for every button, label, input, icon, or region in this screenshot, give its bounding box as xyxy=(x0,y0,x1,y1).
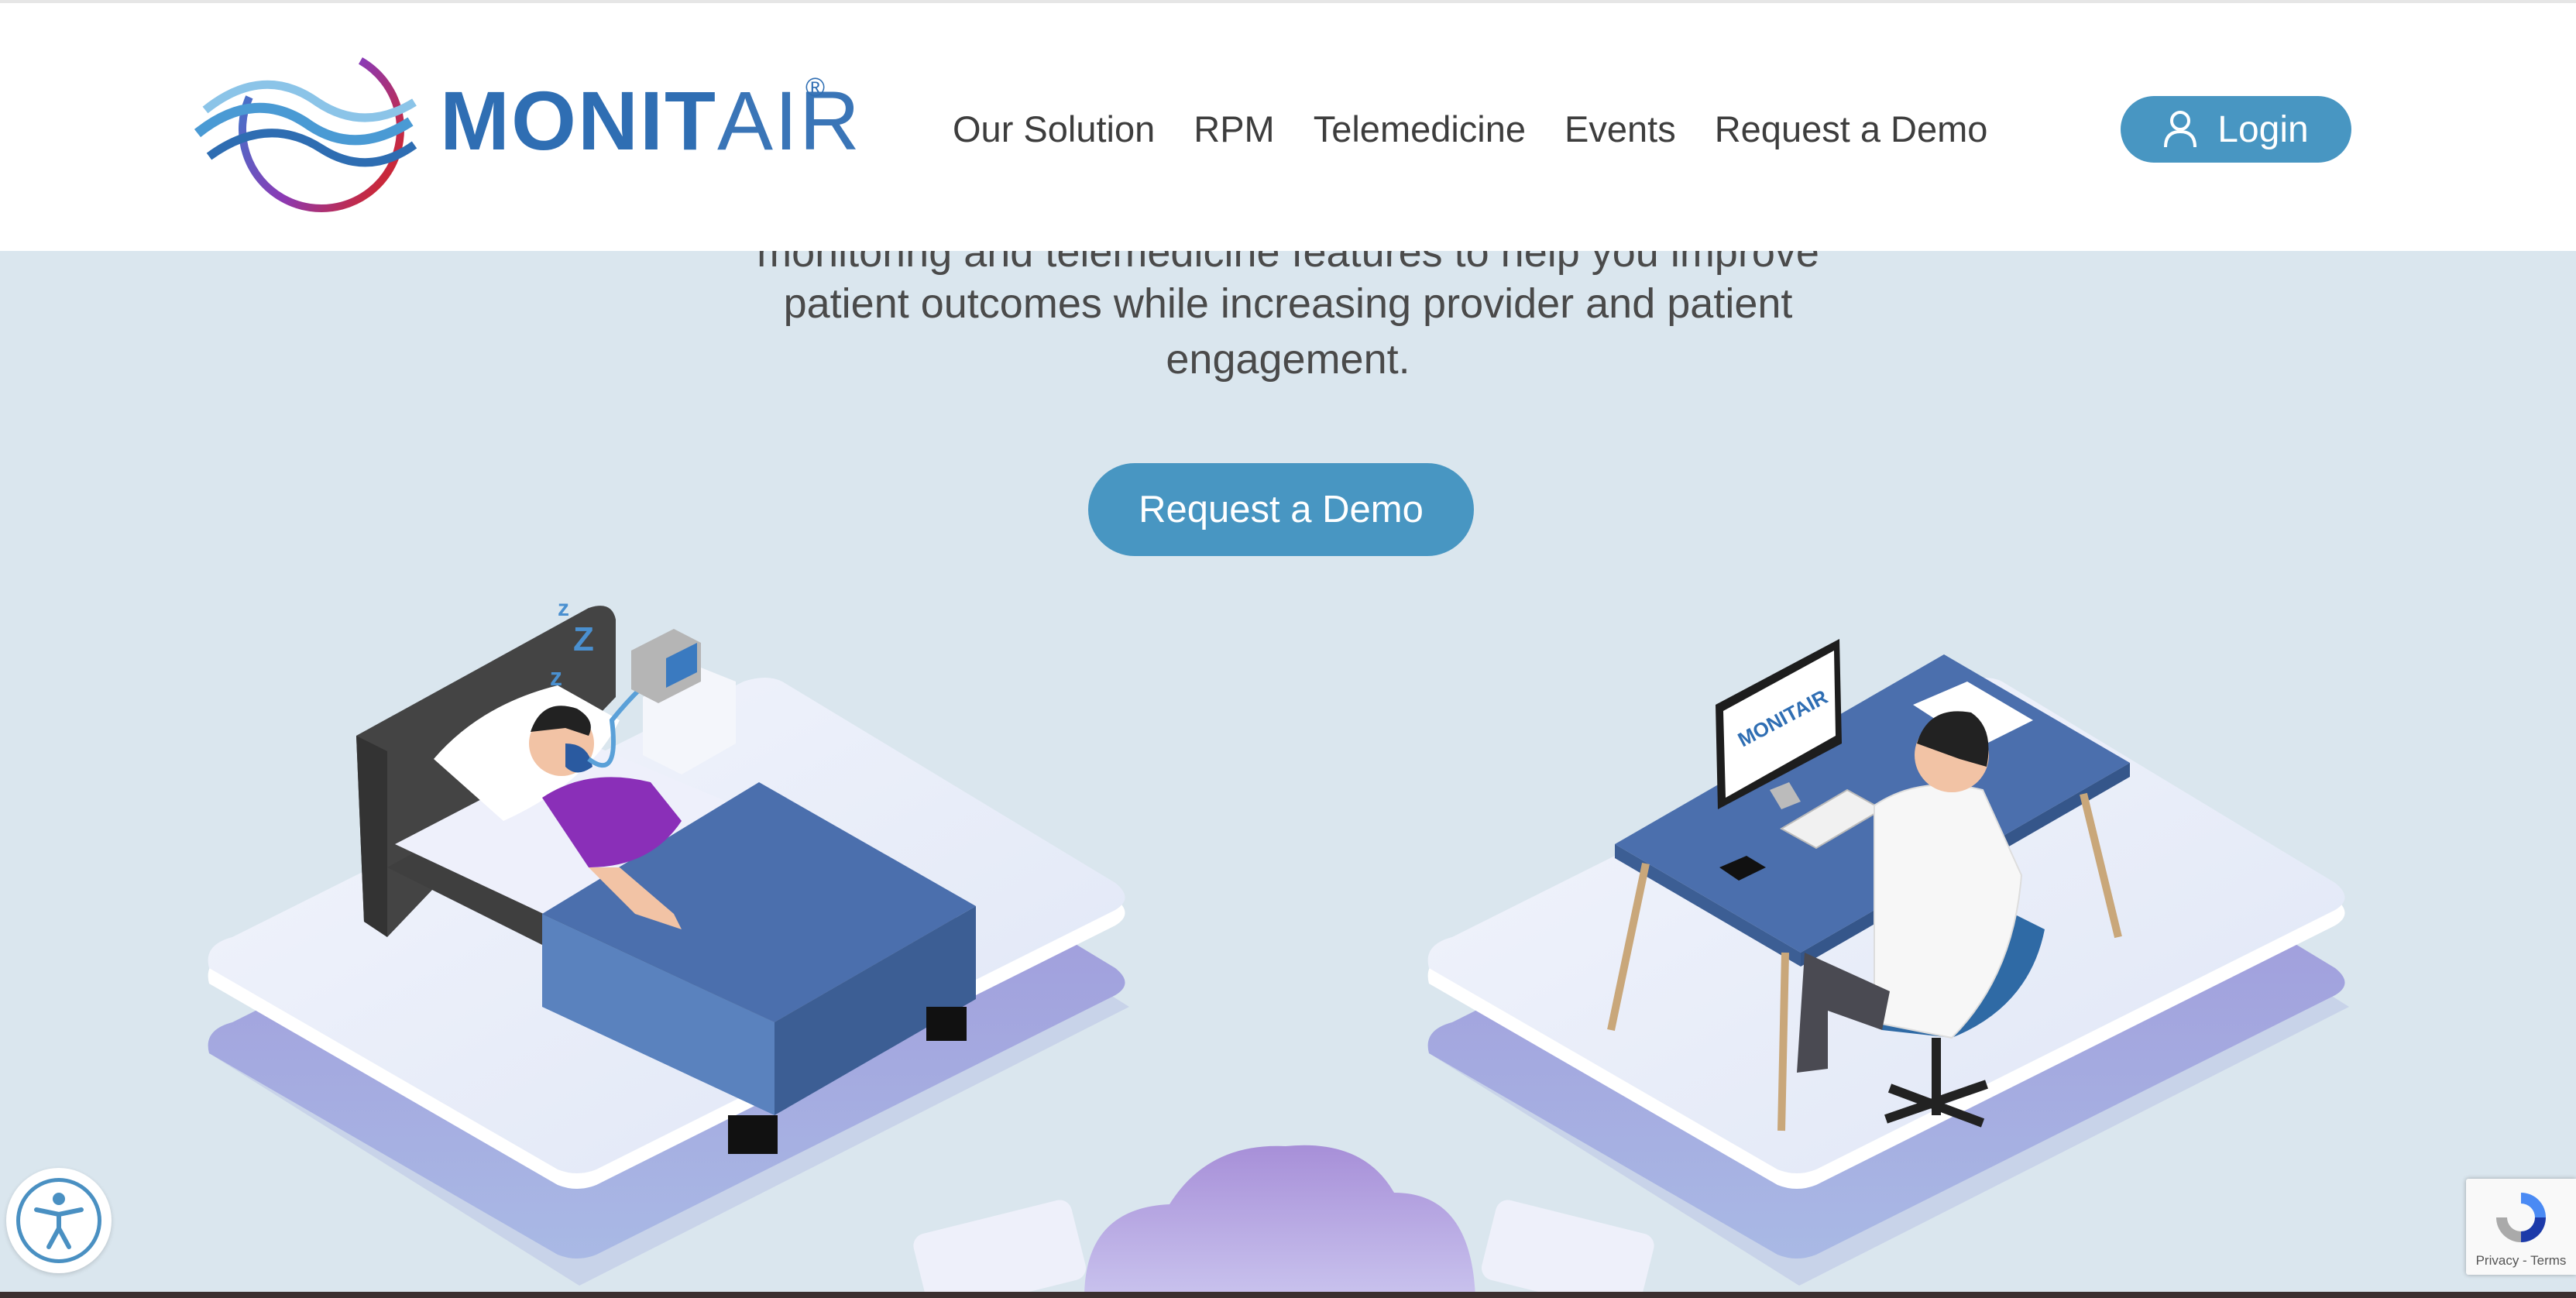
recaptcha-icon xyxy=(2496,1193,2546,1242)
login-button[interactable]: Login xyxy=(2121,96,2351,163)
registered-mark: ® xyxy=(805,73,826,102)
recaptcha-links[interactable]: Privacy - Terms xyxy=(2466,1253,2576,1269)
accessibility-button[interactable] xyxy=(6,1168,112,1273)
site-header: MONITAIR ® Our Solution RPM Telemedicine… xyxy=(0,0,2576,251)
hero-description: patient outcomes while increasing provid… xyxy=(0,276,2576,387)
accessibility-icon xyxy=(34,1193,84,1249)
bottom-edge xyxy=(0,1292,2576,1298)
logo-waves-icon xyxy=(194,46,417,212)
nav-events[interactable]: Events xyxy=(1564,96,1676,163)
nav-telemedicine[interactable]: Telemedicine xyxy=(1314,96,1526,163)
request-demo-button[interactable]: Request a Demo xyxy=(1088,463,1474,556)
svg-text:z: z xyxy=(558,596,569,621)
recaptcha-badge[interactable]: Privacy - Terms xyxy=(2466,1179,2576,1275)
svg-text:Z: Z xyxy=(573,620,594,658)
hero-line-1: patient outcomes while increasing provid… xyxy=(783,280,1793,327)
logo[interactable]: MONITAIR ® xyxy=(194,40,860,218)
nav-rpm[interactable]: RPM xyxy=(1194,96,1274,163)
user-icon xyxy=(2164,111,2197,148)
main-nav: Our Solution RPM Telemedicine Events Req… xyxy=(953,96,2026,163)
brand-name: MONITAIR xyxy=(440,74,861,167)
login-label: Login xyxy=(2217,108,2309,150)
cloud xyxy=(913,1145,1654,1298)
hero-line-2: engagement. xyxy=(1166,336,1410,383)
nav-our-solution[interactable]: Our Solution xyxy=(953,96,1155,163)
nav-request-demo[interactable]: Request a Demo xyxy=(1715,96,1988,163)
svg-text:z: z xyxy=(550,663,562,691)
